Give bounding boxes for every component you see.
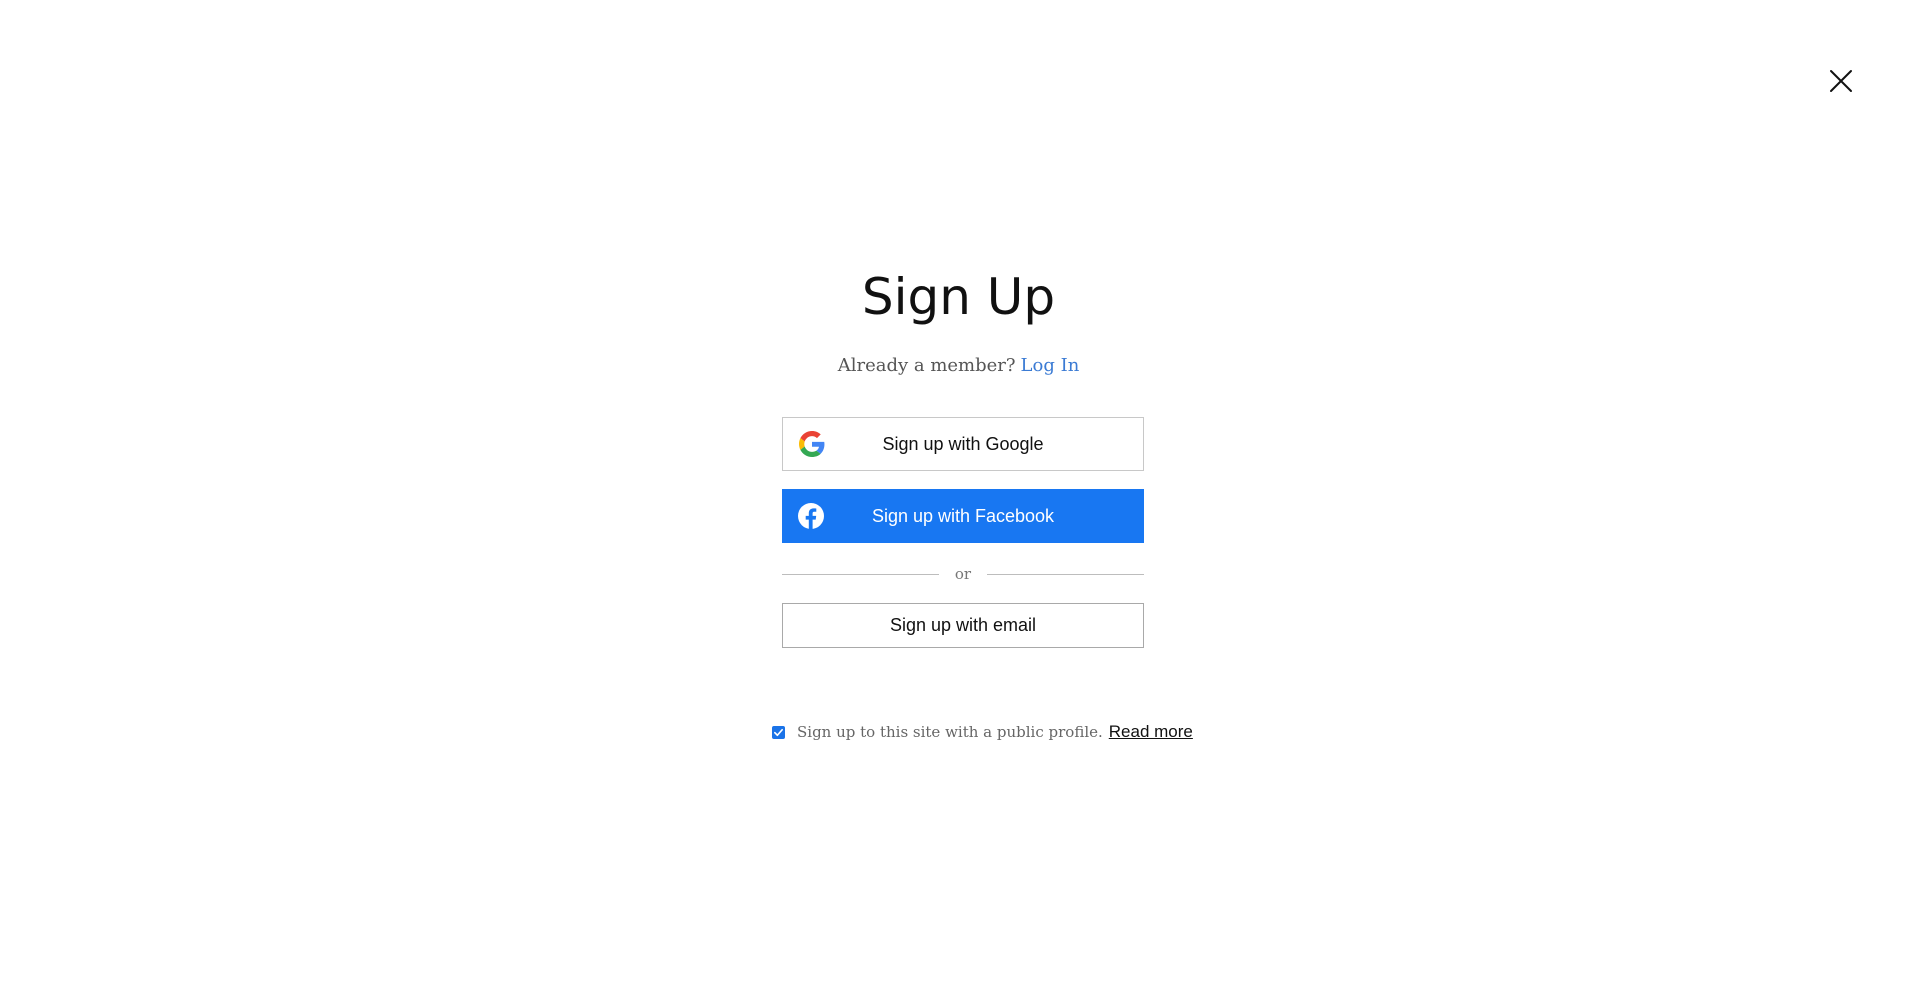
page-title: Sign Up (0, 264, 1917, 330)
email-signup-label: Sign up with email (889, 615, 1037, 635)
facebook-signup-button[interactable]: Sign up with Facebook (782, 489, 1144, 543)
already-member-text: Already a member? (837, 355, 1016, 376)
public-profile-text: Sign up to this site with a public profi… (797, 723, 1103, 741)
google-signup-button[interactable]: Sign up with Google (782, 417, 1144, 471)
close-icon (1830, 70, 1852, 92)
divider-text: or (954, 565, 972, 583)
public-profile-checkbox[interactable] (772, 725, 785, 739)
close-button[interactable] (1826, 66, 1856, 96)
page-title-text: Sign Up (861, 268, 1056, 326)
email-signup-button[interactable]: Sign up with email (782, 603, 1144, 648)
login-link[interactable]: Log In (1021, 354, 1080, 378)
checkmark-icon (774, 728, 783, 736)
facebook-signup-label: Sign up with Facebook (871, 505, 1055, 526)
facebook-logo-icon (797, 502, 825, 530)
or-divider: or (782, 564, 1145, 584)
divider-line-right (987, 573, 1145, 575)
google-logo-icon (798, 430, 826, 458)
divider-line-left (782, 573, 939, 575)
google-signup-label: Sign up with Google (882, 433, 1044, 454)
signup-page: Sign Up Already a member? Log In Sign up… (0, 0, 1917, 1006)
read-more-link[interactable]: Read more (1109, 722, 1193, 742)
public-profile-row: Sign up to this site with a public profi… (772, 720, 1193, 744)
already-member-row: Already a member? Log In (0, 354, 1917, 378)
